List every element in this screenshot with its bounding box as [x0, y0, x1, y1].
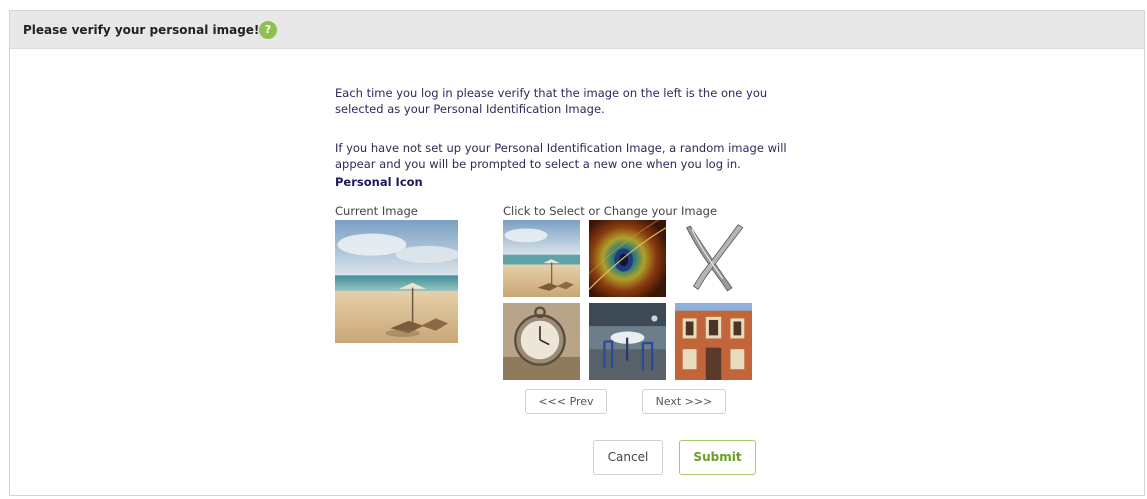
instruction-line: Each time you log in please verify that … — [335, 86, 768, 100]
cancel-button[interactable]: Cancel — [593, 440, 663, 475]
current-image-label: Current Image — [335, 204, 418, 218]
thumbnail-cafe-chairs[interactable] — [589, 303, 666, 380]
thumbnail-old-building[interactable] — [675, 303, 752, 380]
instruction-paragraph-2: If you have not set up your Personal Ide… — [335, 140, 815, 172]
peacock-feather-image — [589, 220, 666, 297]
old-building-image — [675, 303, 752, 380]
thumbnail-peacock-feather[interactable] — [589, 220, 666, 297]
beach-umbrella-image — [335, 220, 458, 343]
panel-header: Please verify your personal image! ? — [10, 11, 1144, 49]
thumbnail-beach[interactable] — [503, 220, 580, 297]
submit-button[interactable]: Submit — [679, 440, 756, 475]
thumbnail-pocket-watch[interactable] — [503, 303, 580, 380]
prev-button[interactable]: <<< Prev — [525, 389, 607, 414]
instruction-paragraph-1: Each time you log in please verify that … — [335, 85, 815, 117]
gallery-label: Click to Select or Change your Image — [503, 204, 718, 218]
thumbnail-crossed-knives[interactable] — [675, 220, 752, 297]
crossed-knives-image — [675, 220, 752, 297]
cafe-chairs-image — [589, 303, 666, 380]
pocket-watch-image — [503, 303, 580, 380]
next-button[interactable]: Next >>> — [642, 389, 726, 414]
beach-umbrella-image — [503, 220, 580, 297]
panel-title: Please verify your personal image! — [23, 23, 260, 37]
instruction-line: selected as your Personal Identification… — [335, 102, 605, 116]
current-image — [335, 220, 458, 343]
instruction-line: If you have not set up your Personal Ide… — [335, 141, 787, 155]
instruction-line: appear and you will be prompted to selec… — [335, 157, 741, 171]
help-icon[interactable]: ? — [259, 21, 277, 39]
personal-icon-heading: Personal Icon — [335, 175, 423, 189]
